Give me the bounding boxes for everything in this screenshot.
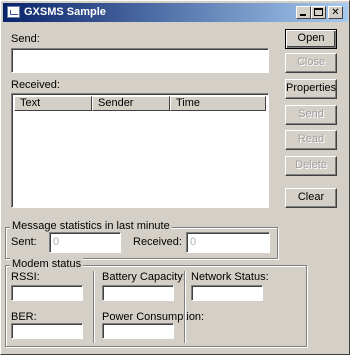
received-list[interactable]: Text Sender Time: [11, 93, 269, 208]
close-window-button[interactable]: ✕: [328, 6, 343, 19]
send-label: Send:: [11, 33, 40, 45]
network-status-label: Network Status:: [191, 271, 269, 283]
sent-label: Sent:: [11, 236, 37, 248]
received-label: Received:: [11, 79, 60, 91]
network-status-field[interactable]: [191, 285, 263, 301]
power-consumption-field[interactable]: [102, 323, 174, 339]
power-consumption-label: Power Consumption:: [102, 311, 205, 323]
sent-count-field[interactable]: 0: [49, 232, 121, 253]
received-count-label: Received:: [133, 236, 182, 248]
column-header-sender[interactable]: Sender: [92, 96, 170, 111]
modem-divider-2: [184, 271, 186, 343]
window-title: GXSMS Sample: [24, 6, 106, 18]
rssi-field[interactable]: [11, 285, 83, 301]
read-button[interactable]: Read: [285, 130, 337, 150]
properties-button[interactable]: Properties: [285, 79, 337, 99]
column-header-time[interactable]: Time: [170, 96, 266, 111]
column-header-text[interactable]: Text: [14, 96, 92, 111]
title-bar[interactable]: GXSMS Sample ✕: [3, 3, 348, 22]
rssi-label: RSSI:: [11, 271, 40, 283]
minimize-icon: [300, 14, 306, 16]
delete-button[interactable]: Delete: [285, 156, 337, 176]
minimize-button[interactable]: [296, 6, 311, 19]
send-button[interactable]: Send: [285, 105, 337, 125]
battery-capacity-label: Battery Capacity:: [102, 271, 186, 283]
modem-status-title: Modem status: [10, 258, 84, 270]
maximize-icon: [314, 8, 323, 16]
send-input[interactable]: [11, 48, 269, 73]
clear-button[interactable]: Clear: [285, 188, 337, 208]
received-list-header: Text Sender Time: [14, 96, 266, 111]
message-statistics-title: Message statistics in last minute: [10, 220, 172, 232]
ber-field[interactable]: [11, 323, 83, 339]
maximize-button[interactable]: [311, 6, 326, 19]
close-button[interactable]: Close: [285, 53, 337, 73]
main-window: GXSMS Sample ✕ Send: Received: Text Send…: [0, 0, 350, 355]
received-count-field[interactable]: 0: [186, 232, 270, 253]
open-button[interactable]: Open: [285, 29, 337, 49]
app-icon: [7, 6, 20, 18]
modem-divider-1: [93, 271, 95, 343]
battery-capacity-field[interactable]: [102, 285, 174, 301]
close-icon: ✕: [331, 7, 340, 18]
ber-label: BER:: [11, 311, 37, 323]
